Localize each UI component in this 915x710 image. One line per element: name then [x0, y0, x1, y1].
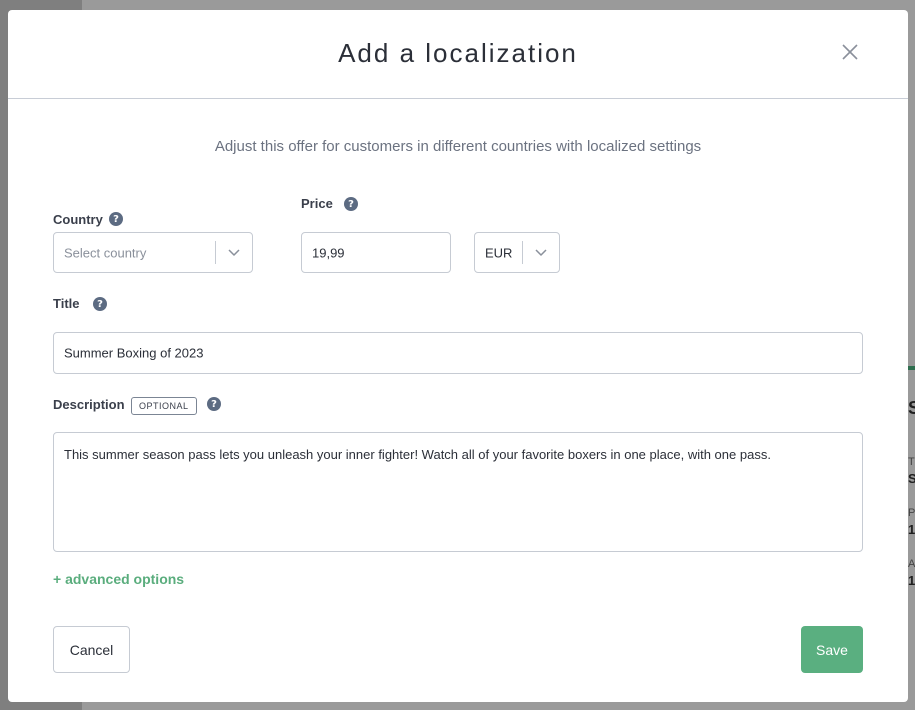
close-button[interactable]: [838, 40, 862, 64]
localization-modal: Add a localization Adjust this offer for…: [8, 10, 908, 702]
cancel-button[interactable]: Cancel: [53, 626, 130, 673]
background-text: S: [908, 471, 915, 486]
country-label: Country: [53, 212, 103, 227]
background-text: T: [908, 456, 915, 468]
currency-value: EUR: [485, 245, 513, 260]
description-label: Description: [53, 397, 125, 412]
help-icon[interactable]: ?: [93, 297, 107, 311]
help-icon[interactable]: ?: [344, 197, 358, 211]
select-divider: [522, 241, 523, 264]
modal-header: Add a localization: [8, 10, 908, 99]
modal-subtitle: Adjust this offer for customers in diffe…: [214, 138, 702, 155]
title-input[interactable]: Summer Boxing of 2023: [53, 332, 863, 374]
help-icon[interactable]: ?: [109, 212, 123, 226]
background-text: 1: [908, 522, 915, 537]
background-text: 1: [908, 573, 915, 588]
chevron-down-icon: [535, 248, 547, 257]
chevron-down-icon: [228, 248, 240, 257]
description-textarea[interactable]: This summer season pass lets you unleash…: [53, 432, 863, 552]
background-text: S: [908, 398, 915, 418]
close-icon: [842, 44, 858, 60]
select-divider: [215, 241, 216, 264]
advanced-options-link[interactable]: + advanced options: [53, 571, 184, 587]
background-accent: [908, 366, 915, 370]
background-text: A: [908, 558, 915, 570]
price-input[interactable]: 19,99: [301, 232, 451, 273]
price-label: Price: [301, 196, 333, 211]
help-icon[interactable]: ?: [207, 397, 221, 411]
optional-badge: OPTIONAL: [131, 397, 197, 415]
country-placeholder: Select country: [64, 245, 147, 260]
title-value: Summer Boxing of 2023: [64, 345, 204, 361]
price-value: 19,99: [312, 245, 345, 260]
currency-select[interactable]: EUR: [474, 232, 560, 273]
title-label: Title: [53, 296, 80, 311]
background-text: P: [908, 507, 915, 519]
country-select[interactable]: Select country: [53, 232, 253, 273]
save-button[interactable]: Save: [801, 626, 863, 673]
modal-title: Add a localization: [338, 38, 578, 68]
